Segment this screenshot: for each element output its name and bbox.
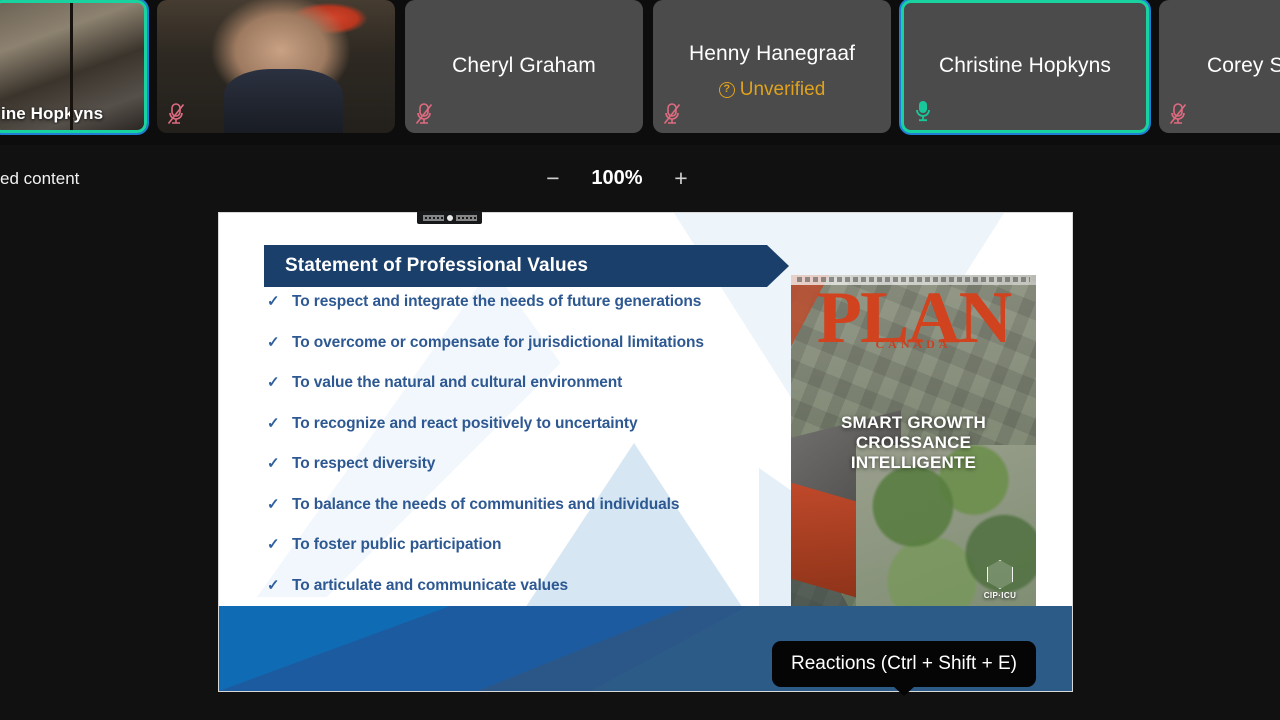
zoom-controls: − 100% + xyxy=(540,166,694,192)
participant-name-3: Henny Hanegraaf xyxy=(688,41,856,65)
cip-icu-logo: CIP·ICU xyxy=(977,560,1023,600)
shared-content-label: ed content xyxy=(0,168,80,188)
checkmark-icon: ✓ xyxy=(267,333,280,351)
zoom-out-button[interactable]: − xyxy=(540,166,566,192)
plan-canada-magazine-cover: PLAN CANADA SMART GROWTH CROISSANCE INTE… xyxy=(791,275,1036,610)
reactions-tooltip: Reactions (Ctrl + Shift + E) xyxy=(772,641,1036,687)
grid-handle-icon xyxy=(455,214,477,221)
share-toolbar: ed content − 100% + xyxy=(0,145,1280,212)
grid-handle-icon xyxy=(422,214,444,221)
slide-bullet-list: ✓ To respect and integrate the needs of … xyxy=(267,292,787,616)
bullet-item: ✓ To respect diversity xyxy=(267,454,787,495)
checkmark-icon: ✓ xyxy=(267,414,280,432)
bullet-text: To foster public participation xyxy=(292,536,502,553)
bullet-text: To respect and integrate the needs of fu… xyxy=(292,293,702,310)
unverified-badge: ? Unverified xyxy=(653,79,891,101)
participant-name-4: Christine Hopkyns xyxy=(938,53,1112,77)
mic-off-icon xyxy=(415,103,433,124)
zoom-level-value: 100% xyxy=(591,167,643,189)
cover-headline-fr-2: INTELLIGENTE xyxy=(850,452,977,472)
cover-photo-red-building xyxy=(791,482,863,600)
checkmark-icon: ✓ xyxy=(267,495,280,513)
slide-title-banner: Statement of Professional Values xyxy=(264,245,789,287)
bullet-item: ✓ To foster public participation xyxy=(267,535,787,576)
presentation-slide: Statement of Professional Values ✓ To re… xyxy=(218,212,1073,692)
slide-title: Statement of Professional Values xyxy=(285,255,589,276)
bullet-item: ✓ To recognize and react positively to u… xyxy=(267,414,787,455)
participant-tile-3[interactable]: Henny Hanegraaf ? Unverified xyxy=(653,0,891,133)
checkmark-icon: ✓ xyxy=(267,374,280,391)
bullet-item: ✓ To value the natural and cultural envi… xyxy=(267,373,787,414)
cip-icu-logo-text: CIP·ICU xyxy=(983,591,1017,600)
checkmark-icon: ✓ xyxy=(267,576,280,594)
reactions-tooltip-text: Reactions (Ctrl + Shift + E) xyxy=(791,653,1017,674)
cover-subtitle: CANADA xyxy=(875,337,952,351)
mic-off-icon xyxy=(1169,103,1187,124)
participant-tile-4[interactable]: Christine Hopkyns xyxy=(901,0,1149,133)
bullet-text: To overcome or compensate for jurisdicti… xyxy=(292,333,704,351)
bullet-text: To balance the needs of communities and … xyxy=(292,495,680,513)
participant-name-5: Corey S xyxy=(1207,53,1280,77)
cover-headline-block: SMART GROWTH CROISSANCE INTELLIGENTE xyxy=(791,413,1036,473)
participant-tile-2[interactable]: Cheryl Graham xyxy=(405,0,643,133)
checkmark-icon: ✓ xyxy=(267,536,280,553)
mic-off-icon xyxy=(167,103,185,124)
unverified-label: Unverified xyxy=(739,78,826,100)
zoom-in-button[interactable]: + xyxy=(668,166,694,192)
cover-headline-en: SMART GROWTH xyxy=(841,413,986,432)
participant-tile-0[interactable]: ine Hopkyns xyxy=(0,0,147,133)
bullet-text: To value the natural and cultural enviro… xyxy=(292,374,623,391)
participant-tile-1[interactable] xyxy=(157,0,395,133)
bullet-item: ✓ To respect and integrate the needs of … xyxy=(267,292,787,333)
toolbar-center-dot-icon xyxy=(446,214,453,221)
slide-mini-toolbar[interactable] xyxy=(417,211,482,224)
cover-headline-fr-1: CROISSANCE xyxy=(855,432,972,452)
meeting-screen: ine Hopkyns Cheryl Graham Henny Hanegraa… xyxy=(0,0,1280,720)
mic-on-icon xyxy=(916,101,930,122)
bullet-text: To respect diversity xyxy=(292,455,436,472)
bullet-text: To articulate and communicate values xyxy=(292,576,569,594)
shared-slide-region[interactable]: Statement of Professional Values ✓ To re… xyxy=(218,211,1073,692)
participant-filmstrip: ine Hopkyns Cheryl Graham Henny Hanegraa… xyxy=(0,0,1280,145)
checkmark-icon: ✓ xyxy=(267,293,280,310)
bullet-item: ✓ To balance the needs of communities an… xyxy=(267,495,787,536)
participant-name-0: ine Hopkyns xyxy=(1,104,104,123)
checkmark-icon: ✓ xyxy=(267,455,280,472)
bullet-item: ✓ To overcome or compensate for jurisdic… xyxy=(267,333,787,374)
hexagon-icon xyxy=(987,560,1013,589)
mic-off-icon xyxy=(663,103,681,124)
participant-tile-5[interactable]: Corey S xyxy=(1159,0,1280,133)
participant-name-2: Cheryl Graham xyxy=(452,53,596,77)
question-circle-icon: ? xyxy=(718,81,735,98)
bullet-text: To recognize and react positively to unc… xyxy=(292,414,638,432)
